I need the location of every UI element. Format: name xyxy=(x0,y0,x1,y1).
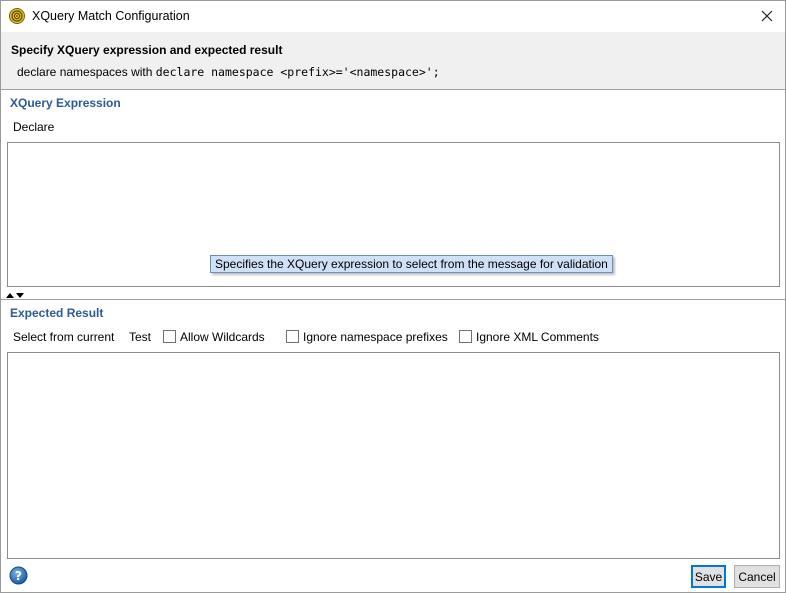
close-button[interactable] xyxy=(755,5,779,27)
xquery-expression-heading: XQuery Expression xyxy=(10,96,121,110)
ignore-xml-comments-label: Ignore XML Comments xyxy=(476,330,599,344)
dialog-window: XQuery Match Configuration Specify XQuer… xyxy=(0,0,786,593)
splitter-divider[interactable] xyxy=(1,299,785,300)
expected-result-editor[interactable] xyxy=(7,352,780,559)
title-bar: XQuery Match Configuration xyxy=(1,1,785,32)
cancel-button[interactable]: Cancel xyxy=(734,565,780,588)
xquery-tooltip: Specifies the XQuery expression to selec… xyxy=(210,255,613,273)
declare-button[interactable]: Declare xyxy=(13,120,54,134)
description-prefix: declare namespaces with xyxy=(17,65,156,79)
description-panel: Specify XQuery expression and expected r… xyxy=(1,32,785,90)
select-from-current-button[interactable]: Select from current xyxy=(13,330,114,344)
window-title: XQuery Match Configuration xyxy=(32,9,190,23)
description-text: declare namespaces with declare namespac… xyxy=(17,65,440,79)
description-title: Specify XQuery expression and expected r… xyxy=(11,43,283,57)
svg-text:?: ? xyxy=(15,569,22,583)
allow-wildcards-checkbox[interactable] xyxy=(163,330,176,343)
app-target-icon xyxy=(9,8,25,24)
test-button[interactable]: Test xyxy=(129,330,151,344)
ignore-namespace-prefixes-label: Ignore namespace prefixes xyxy=(303,330,448,344)
close-icon xyxy=(761,10,773,22)
allow-wildcards-label: Allow Wildcards xyxy=(180,330,265,344)
ignore-namespace-prefixes-checkbox[interactable] xyxy=(286,330,299,343)
help-icon[interactable]: ? xyxy=(9,566,28,585)
ignore-xml-comments-checkbox[interactable] xyxy=(459,330,472,343)
save-button[interactable]: Save xyxy=(691,565,726,588)
expected-result-heading: Expected Result xyxy=(10,306,104,320)
description-code: declare namespace <prefix>='<namespace>'… xyxy=(155,65,440,79)
